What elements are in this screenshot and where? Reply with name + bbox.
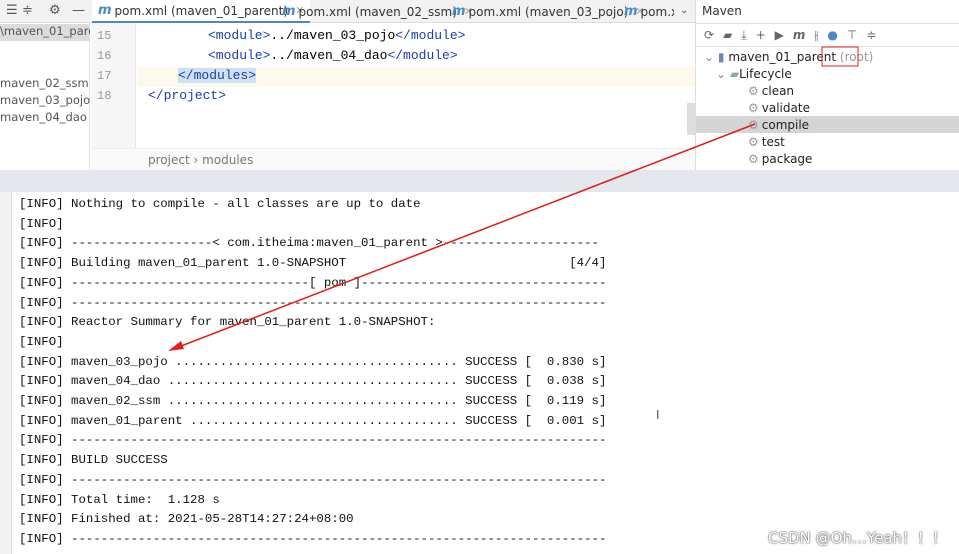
plus-icon[interactable]: + (756, 28, 766, 42)
show-dependencies-icon[interactable]: ⊤ (847, 28, 857, 42)
maven-icon: m (98, 3, 112, 18)
code-editor[interactable]: 15 16 17 18 <module>../maven_03_pojo</mo… (91, 23, 695, 170)
project-panel: \maven_01_parent maven_02_ssm maven_03_p… (0, 23, 90, 170)
maven-toolbar: ⟳ ▰ ⤓ + ▶ m ⫲ ● ⊤ ≑ (696, 23, 959, 47)
folder-gear-icon: ▰ (729, 67, 740, 81)
console-line: [INFO] ---------------------------------… (19, 472, 607, 487)
lifecycle-validate[interactable]: ⚙ validate (748, 101, 810, 115)
gear-icon: ⚙ (748, 101, 759, 115)
chevron-down-icon[interactable]: ⌄ (680, 5, 688, 16)
console-line: [INFO] Total time: 1.128 s (19, 492, 220, 507)
tab-label: pom.xml (maven_02_ssm) (298, 4, 457, 19)
console-line: [INFO] BUILD SUCCESS (19, 453, 168, 468)
tab-label: pom.xml (maven_01_parent) (114, 3, 289, 18)
breadcrumb-item[interactable]: modules (202, 153, 253, 167)
console-line: [INFO] maven_04_dao ....................… (19, 374, 607, 389)
lifecycle-compile[interactable]: ⚙ compile (748, 118, 809, 132)
text-cursor-icon: I (656, 408, 660, 422)
reload-icon[interactable]: ⟳ (704, 28, 714, 42)
console-line: [INFO] (19, 216, 64, 231)
project-item[interactable]: maven_04_dao (0, 110, 87, 124)
gear-icon[interactable]: ⚙ (49, 3, 61, 18)
line-number: 17 (97, 69, 112, 83)
console-line: [INFO] -------------------< com.itheima:… (19, 236, 599, 251)
maven-icon: m (624, 4, 638, 19)
maven-icon: m (282, 4, 296, 19)
line-number: 15 (97, 29, 112, 43)
collapse-all-icon[interactable]: ≑ (866, 28, 876, 42)
breadcrumb-item[interactable]: project (148, 153, 190, 167)
console-line: [INFO] maven_03_pojo ...................… (19, 354, 607, 369)
tab-pom-more[interactable]: mpom.xı (618, 0, 674, 23)
tab-label: pom.xml (maven_03_pojo) (468, 4, 629, 19)
skip-tests-icon[interactable]: ● (827, 28, 837, 42)
maven-icon: m (452, 4, 466, 19)
chevron-down-icon: ⌄ (716, 67, 727, 81)
download-icon[interactable]: ⤓ (741, 28, 746, 43)
code-line: </modules> (178, 68, 257, 83)
gear-icon: ⚙ (748, 118, 759, 132)
gear-icon: ⚙ (748, 135, 759, 149)
watermark: CSDN @Oh…Yeah！！！ (768, 529, 947, 547)
add-folder-icon[interactable]: ▰ (723, 28, 732, 42)
console-line: [INFO] ---------------------------------… (19, 295, 607, 310)
console-line: [INFO] ---------------------------------… (19, 531, 607, 546)
lifecycle-package[interactable]: ⚙ package (748, 152, 812, 166)
panel-title: Maven (702, 4, 742, 18)
tree-root[interactable]: ⌄ ▮ maven_01_parent (root) (704, 50, 873, 64)
project-item[interactable]: maven_03_pojo (0, 93, 90, 107)
toggle-offline-icon[interactable]: ⫲ (814, 28, 818, 43)
tab-label: pom.xı (640, 4, 674, 19)
console-line: [INFO] Nothing to compile - all classes … (19, 197, 421, 211)
collapse-icon[interactable]: ≑ (22, 3, 33, 18)
lifecycle-test[interactable]: ⚙ test (748, 135, 785, 149)
selection-highlight (696, 116, 959, 133)
maven-goal-icon[interactable]: m (793, 28, 806, 42)
console-line: [INFO] (19, 334, 64, 349)
breadcrumb: project › modules (91, 148, 695, 170)
minimize-icon[interactable]: — (72, 3, 85, 18)
line-number: 18 (97, 89, 112, 103)
editor-tab-bar: ☰ ≑ ⚙ — m pom.xml (maven_01_parent) ✕ m pom… (0, 0, 695, 23)
tree-lifecycle[interactable]: ⌄ ▰Lifecycle (716, 67, 792, 81)
project-item[interactable]: maven_02_ssm (0, 76, 89, 90)
console-line: [INFO] Reactor Summary for maven_01_pare… (19, 315, 436, 330)
gear-icon: ⚙ (748, 152, 759, 166)
scrollbar[interactable] (687, 103, 695, 135)
code-line: </project> (148, 88, 227, 103)
console-line: [INFO] maven_02_ssm ....................… (19, 394, 607, 408)
panel-divider[interactable] (0, 170, 959, 192)
align-icon[interactable]: ☰ (6, 3, 18, 18)
console-line: [INFO] ---------------------------------… (19, 433, 607, 448)
maven-panel: Maven ⟳ ▰ ⤓ + ▶ m ⫲ ● ⊤ ≑ ⌄ ▮ maven_01_p… (695, 0, 959, 170)
console-line: [INFO] --------------------------------[… (19, 275, 607, 290)
run-console[interactable]: [INFO] Nothing to compile - all classes … (0, 192, 959, 554)
gear-icon: ⚙ (748, 84, 759, 98)
code-line: <module>../maven_03_pojo</module> (208, 28, 466, 43)
run-icon[interactable]: ▶ (775, 28, 784, 42)
maven-module-icon: ▮ (717, 50, 725, 64)
code-line: <module>../maven_04_dao</module> (208, 48, 458, 63)
console-line: [INFO] Finished at: 2021-05-28T14:27:24+… (19, 512, 354, 527)
console-line: [INFO] Building maven_01_parent 1.0-SNAP… (19, 256, 607, 271)
lifecycle-clean[interactable]: ⚙ clean (748, 84, 794, 98)
console-toolbar (0, 192, 12, 554)
line-number: 16 (97, 49, 112, 63)
console-line: [INFO] maven_01_parent .................… (19, 413, 607, 428)
project-path[interactable]: \maven_01_parent (0, 24, 90, 41)
chevron-down-icon: ⌄ (704, 50, 715, 64)
